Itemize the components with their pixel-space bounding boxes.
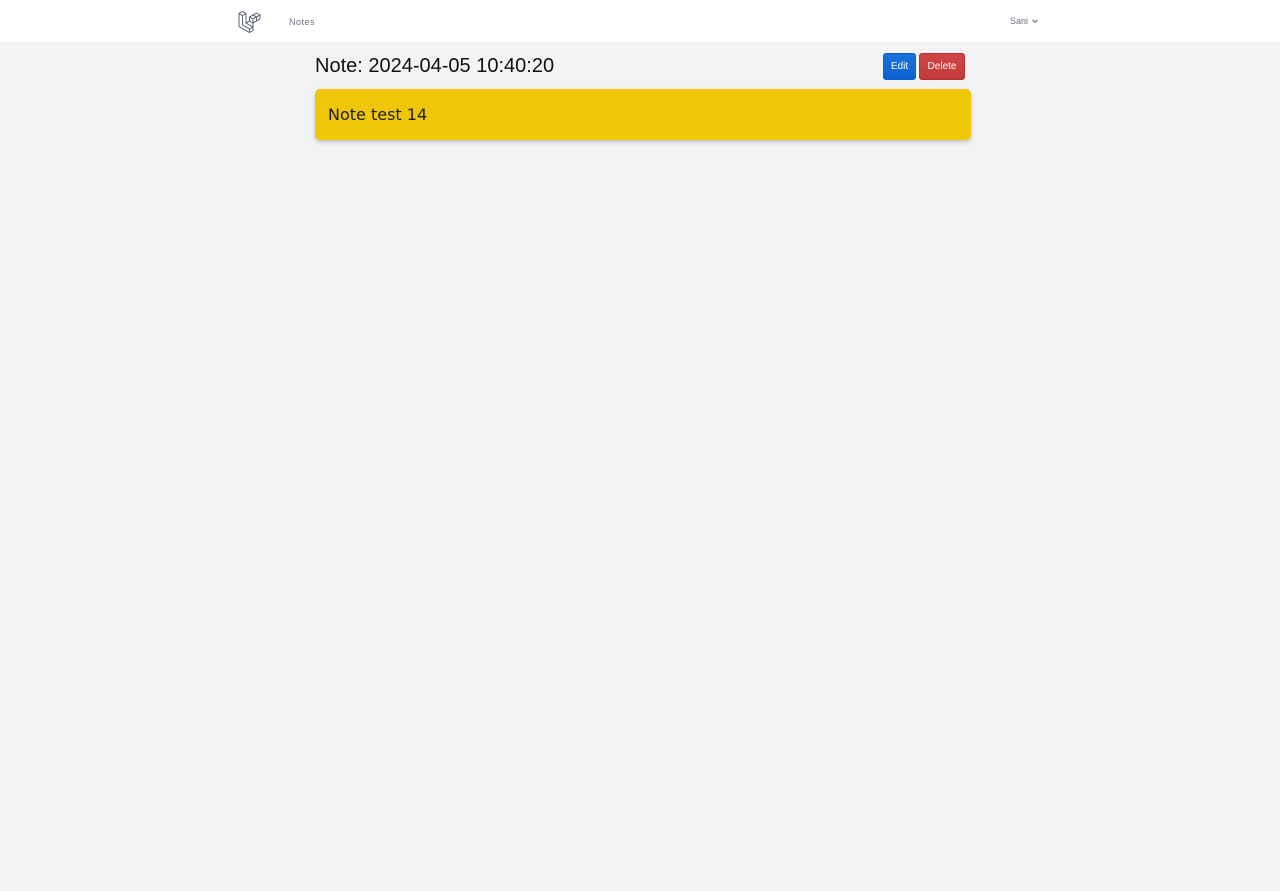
user-menu-dropdown[interactable]: Sani	[1010, 16, 1039, 26]
laravel-logo-icon[interactable]	[237, 9, 261, 33]
top-navigation-bar: Notes Sani	[0, 0, 1280, 43]
note-text: Note test 14	[328, 105, 428, 124]
note-card: Note test 14	[315, 89, 971, 140]
chevron-down-icon	[1031, 17, 1039, 25]
delete-button[interactable]: Delete	[919, 53, 965, 80]
page-title: Note: 2024-04-05 10:40:20	[315, 55, 555, 77]
nav-link-notes[interactable]: Notes	[289, 17, 315, 27]
user-name: Sani	[1010, 16, 1029, 26]
edit-button[interactable]: Edit	[883, 53, 916, 80]
